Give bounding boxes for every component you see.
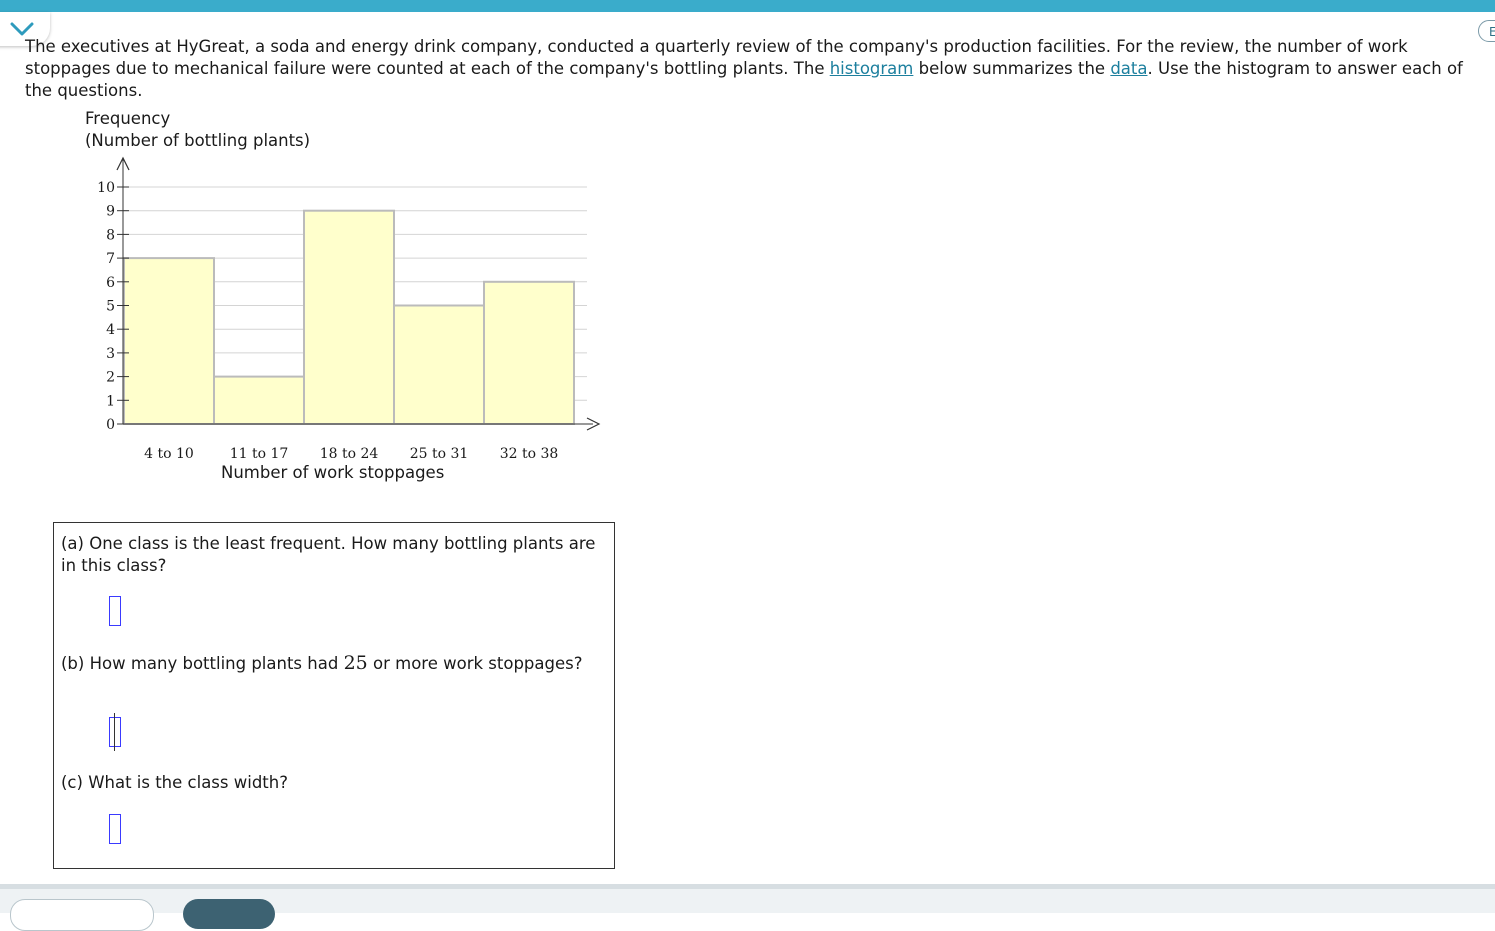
question-b-number: 25 xyxy=(343,652,368,674)
problem-statement: The executives at HyGreat, a soda and en… xyxy=(25,36,1465,102)
answer-c-input[interactable] xyxy=(109,814,121,844)
x-category-label: 32 to 38 xyxy=(500,446,559,462)
histogram-bar xyxy=(123,257,215,425)
question-a: (a) One class is the least frequent. How… xyxy=(61,534,596,575)
question-c: (c) What is the class width? xyxy=(61,773,288,792)
y-axis-title-line1: Frequency xyxy=(85,109,171,128)
histogram-bar xyxy=(393,304,485,425)
y-tick-label: 1 xyxy=(106,393,115,409)
y-tick-label: 3 xyxy=(106,346,115,362)
chevron-down-icon xyxy=(10,22,34,36)
chart-y-axis-title: Frequency (Number of bottling plants) xyxy=(85,108,310,152)
histogram-link[interactable]: histogram xyxy=(830,59,914,78)
x-category-label: 4 to 10 xyxy=(144,446,194,462)
answer-a-input[interactable] xyxy=(109,596,121,626)
histogram-bar xyxy=(213,375,305,426)
x-category-label: 25 to 31 xyxy=(410,446,469,462)
y-tick-label: 10 xyxy=(97,180,115,196)
data-link[interactable]: data xyxy=(1110,59,1147,78)
histogram-chart: 0 1 2 3 4 5 6 7 8 9 10 4 to 10 11 to 17 18 to 24 25 to… xyxy=(97,156,601,462)
question-b: (b) How many bottling plants had 25 or m… xyxy=(61,652,606,675)
question-b-text-1: (b) How many bottling plants had xyxy=(61,654,344,673)
y-tick-label: 9 xyxy=(106,204,115,220)
y-tick-label: 6 xyxy=(106,275,115,291)
questions-panel: (a) One class is the least frequent. How… xyxy=(53,522,615,869)
side-panel-button[interactable]: E xyxy=(1478,20,1495,42)
chart-x-axis-title: Number of work stoppages xyxy=(221,463,445,482)
answer-b-input[interactable] xyxy=(109,717,121,747)
intro-text-2: below summarizes the xyxy=(913,59,1111,78)
primary-action-button[interactable] xyxy=(183,899,275,929)
y-tick-label: 2 xyxy=(106,370,115,386)
y-tick-label: 8 xyxy=(106,227,115,243)
top-accent-bar xyxy=(0,0,1495,12)
y-axis-title-line2: (Number of bottling plants) xyxy=(85,131,311,150)
question-b-text-2: or more work stoppages? xyxy=(367,654,583,673)
x-category-label: 11 to 17 xyxy=(230,446,289,462)
histogram-bar xyxy=(483,280,575,425)
y-tick-label: 4 xyxy=(106,322,115,338)
y-tick-label: 5 xyxy=(106,299,115,315)
text-cursor xyxy=(114,713,115,751)
x-category-label: 18 to 24 xyxy=(320,446,379,462)
y-tick-label: 7 xyxy=(106,251,115,267)
histogram-bar xyxy=(303,209,395,426)
y-tick-label: 0 xyxy=(106,417,115,433)
secondary-action-button[interactable] xyxy=(10,899,154,931)
